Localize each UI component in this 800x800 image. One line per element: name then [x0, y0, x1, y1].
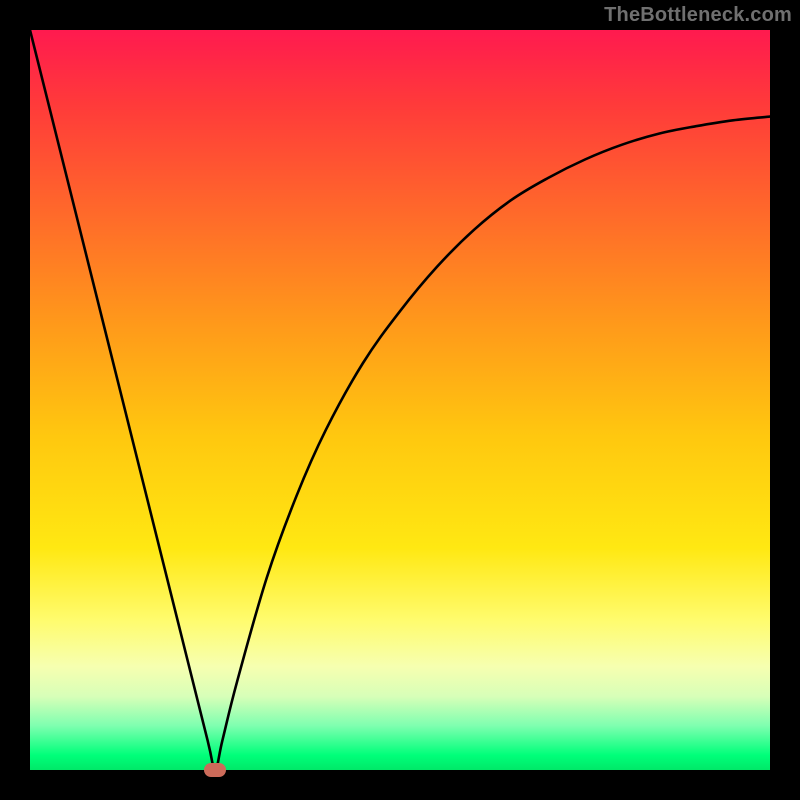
curve-svg	[30, 30, 770, 770]
min-marker	[204, 763, 226, 777]
attribution-text: TheBottleneck.com	[604, 4, 792, 27]
plot-area	[30, 30, 770, 770]
chart-container: TheBottleneck.com	[0, 0, 800, 800]
bottleneck-curve-path	[30, 30, 770, 770]
